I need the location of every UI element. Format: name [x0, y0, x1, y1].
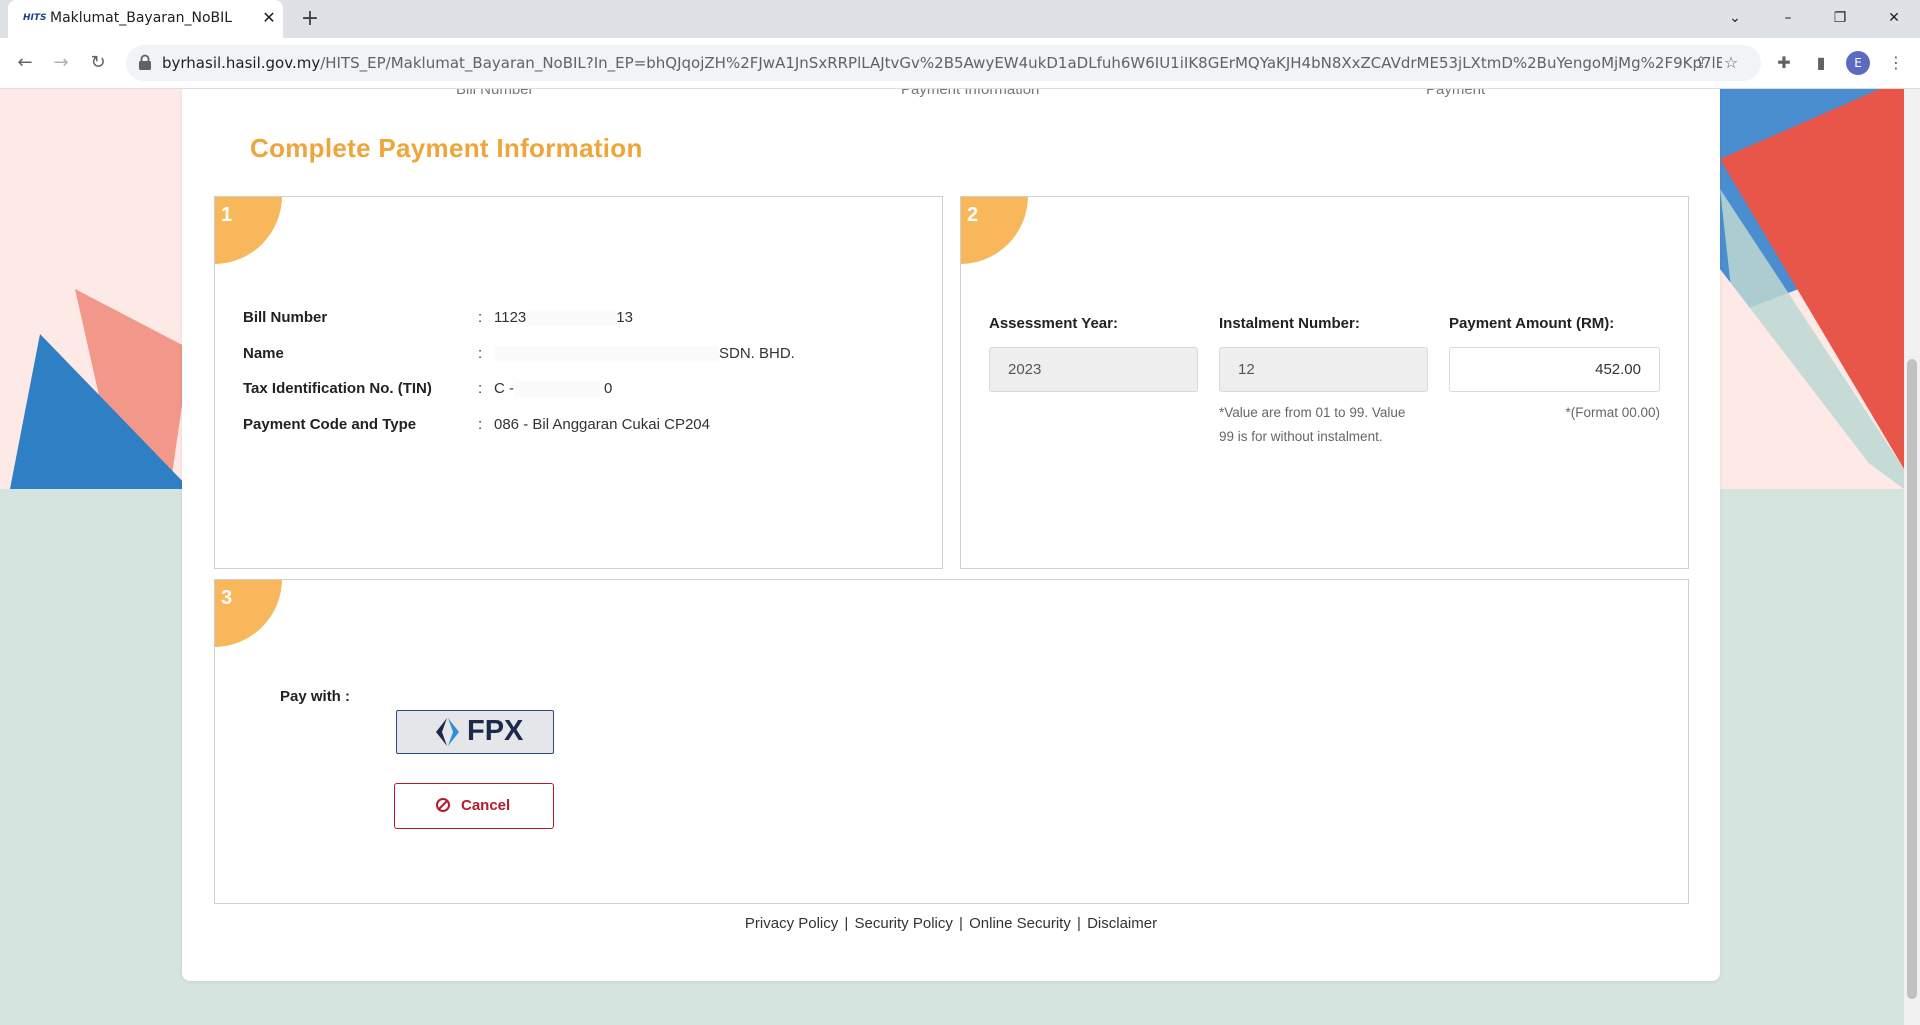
- payment-amount-input[interactable]: 452.00: [1449, 347, 1660, 392]
- amount-format-hint: *(Format 00.00): [1565, 405, 1660, 420]
- page-viewport: Bill Number Payment Information Payment …: [0, 89, 1904, 1025]
- fpx-logo-icon: [436, 718, 459, 746]
- fpx-label: FPX: [467, 715, 524, 747]
- cancel-button[interactable]: Cancel: [394, 783, 554, 829]
- disclaimer-link[interactable]: Disclaimer: [1087, 915, 1157, 932]
- privacy-policy-link[interactable]: Privacy Policy: [745, 915, 838, 932]
- tab-search-icon[interactable]: ⌄: [1715, 4, 1755, 32]
- browser-tabbar: HITS Maklumat_Bayaran_NoBIL ✕ + ⌄ – ❐ ✕: [0, 0, 1920, 38]
- instalment-hint-line-2: 99 is for without instalment.: [1219, 429, 1383, 444]
- bookmark-star-icon[interactable]: ☆: [1718, 50, 1744, 76]
- lock-icon: [138, 54, 156, 72]
- ban-icon: [436, 798, 450, 812]
- payment-details-panel: 2 Assessment Year: 2023 Instalment Numbe…: [960, 196, 1689, 569]
- assessment-year-label: Assessment Year:: [989, 315, 1118, 332]
- cancel-label: Cancel: [461, 797, 511, 814]
- payment-code-value: 086 - Bil Anggaran Cukai CP204: [494, 416, 710, 433]
- restore-icon[interactable]: ❐: [1820, 4, 1860, 32]
- name-value: SDN. BHD.: [494, 345, 795, 363]
- tab-title: Maklumat_Bayaran_NoBIL: [50, 10, 233, 26]
- site-favicon-icon: HITS: [23, 13, 47, 23]
- step-badge-1: 1: [215, 197, 282, 264]
- extensions-icon[interactable]: ✚: [1771, 50, 1797, 76]
- new-tab-icon[interactable]: +: [296, 5, 324, 33]
- assessment-year-field[interactable]: 2023: [989, 347, 1198, 392]
- fpx-payment-button[interactable]: FPX: [396, 710, 554, 754]
- security-policy-link[interactable]: Security Policy: [855, 915, 953, 932]
- tin-value: C -0: [494, 380, 613, 398]
- payment-method-panel: 3 Pay with : FPX Cancel: [214, 579, 1689, 904]
- step-payment: Payment: [1426, 89, 1486, 98]
- footer-links: Privacy Policy | Security Policy | Onlin…: [744, 915, 1158, 932]
- payment-card: Bill Number Payment Information Payment …: [182, 89, 1720, 981]
- payment-code-label: Payment Code and Type: [243, 416, 417, 433]
- bill-number-value: 1123 13: [494, 309, 633, 327]
- url-text: byrhasil.hasil.gov.my/HITS_EP/Maklumat_B…: [162, 54, 1722, 72]
- scrollbar-thumb[interactable]: [1907, 359, 1917, 999]
- back-icon[interactable]: ←: [12, 50, 38, 76]
- forward-icon[interactable]: →: [48, 50, 74, 76]
- bill-info-panel: 1 Bill Number : 1123 13 Name : SDN. BHD. …: [214, 196, 943, 569]
- step-badge-2: 2: [961, 197, 1028, 264]
- page-scrollbar[interactable]: [1904, 89, 1920, 1025]
- bill-number-label: Bill Number: [243, 309, 328, 326]
- side-panel-icon[interactable]: ▮: [1808, 50, 1834, 76]
- online-security-link[interactable]: Online Security: [969, 915, 1071, 932]
- instalment-hint-line-1: *Value are from 01 to 99. Value: [1219, 405, 1406, 420]
- pay-with-label: Pay with :: [280, 688, 351, 705]
- menu-kebab-icon[interactable]: ⋮: [1883, 50, 1909, 76]
- minimize-icon[interactable]: –: [1768, 4, 1808, 32]
- page-title: Complete Payment Information: [250, 133, 643, 163]
- tin-label: Tax Identification No. (TIN): [243, 380, 432, 397]
- name-label: Name: [243, 345, 284, 362]
- browser-toolbar: ← → ↻ byrhasil.hasil.gov.my/HITS_EP/Makl…: [0, 38, 1920, 89]
- window-close-icon[interactable]: ✕: [1874, 4, 1914, 32]
- share-icon[interactable]: ⇪: [1688, 50, 1714, 76]
- instalment-number-field[interactable]: 12: [1219, 347, 1428, 392]
- payment-amount-label: Payment Amount (RM):: [1449, 315, 1615, 332]
- reload-icon[interactable]: ↻: [85, 50, 111, 76]
- step-badge-3: 3: [215, 580, 282, 647]
- browser-tab[interactable]: HITS Maklumat_Bayaran_NoBIL ✕: [8, 0, 283, 38]
- address-bar[interactable]: byrhasil.hasil.gov.my/HITS_EP/Maklumat_B…: [126, 45, 1761, 81]
- step-bill-number: Bill Number: [456, 89, 534, 98]
- tab-close-icon[interactable]: ✕: [258, 7, 280, 29]
- profile-avatar[interactable]: E: [1846, 51, 1870, 75]
- instalment-number-label: Instalment Number:: [1219, 315, 1360, 332]
- step-payment-information: Payment Information: [901, 89, 1040, 98]
